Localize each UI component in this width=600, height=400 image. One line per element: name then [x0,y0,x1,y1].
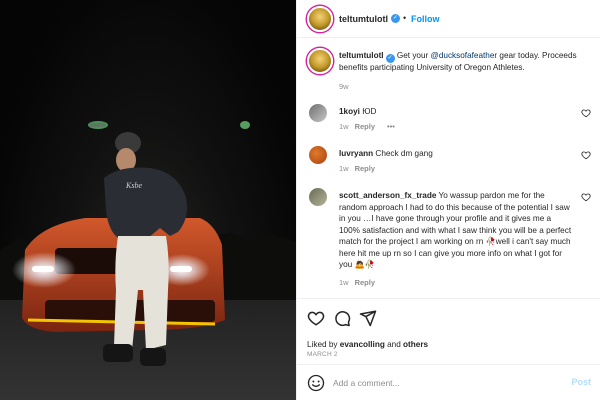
add-comment-input[interactable] [333,375,553,391]
post-comment-button[interactable]: Post [571,377,591,387]
comment-username[interactable]: 1koyi [339,107,360,116]
caption-mention[interactable]: @ducksofafeather [431,51,498,60]
comment-avatar[interactable] [309,188,327,206]
heart-icon[interactable] [581,192,591,202]
liked-by-user[interactable]: evancolling [340,340,385,349]
post-sidebar: teltumtulotl ✓ • Follow teltumtulotl ✓ Ge… [296,0,600,400]
verified-icon: ✓ [391,14,400,23]
comment-text: 1koyi ЮD [339,106,569,118]
comment-time: 1w [339,278,349,287]
comment-time: 1w [339,122,349,131]
heart-icon[interactable] [581,150,591,160]
comment-text: luvryann Check dm gang [339,148,569,160]
reply-button[interactable]: Reply [355,278,375,287]
comment-meta: 1w Reply ••• [339,122,395,131]
liked-others-link[interactable]: others [403,340,428,349]
reply-button[interactable]: Reply [355,122,375,131]
separator-dot: • [403,13,407,23]
share-icon[interactable] [359,309,377,327]
add-comment-bar: Post [297,364,600,400]
comment-username[interactable]: luvryann [339,149,373,158]
caption-time: 9w [339,82,349,91]
comment-more-button[interactable]: ••• [387,122,395,131]
caption-avatar[interactable] [307,48,333,74]
comment-text: scott_anderson_fx_trade Yo wassup pardon… [339,190,573,271]
comment-meta: 1w Reply [339,164,375,173]
comment-body: ЮD [359,107,377,116]
caption-text: teltumtulotl ✓ Get your @ducksofafeather … [339,50,595,74]
caption-username[interactable]: teltumtulotl [339,51,384,60]
post-date: MARCH 2 [307,351,338,358]
comment-avatar[interactable] [309,146,327,164]
svg-text:Ksbe: Ksbe [125,181,142,190]
heart-icon[interactable] [581,108,591,118]
action-bar [297,298,600,338]
verified-icon: ✓ [385,54,395,63]
post-photo[interactable]: Ksbe [0,0,296,400]
comment-icon[interactable] [333,309,351,327]
post-photo-artwork: Ksbe [0,121,296,400]
comment-meta: 1w Reply [339,278,375,287]
likes-mid: and [384,340,404,349]
reply-button[interactable]: Reply [355,164,375,173]
post-header: teltumtulotl ✓ • Follow [297,0,600,38]
likes-summary: Liked by evancolling and others [307,340,428,349]
comment-avatar[interactable] [309,104,327,122]
author-username[interactable]: teltumtulotl [339,14,388,24]
heart-icon[interactable] [307,309,325,327]
comment-time: 1w [339,164,349,173]
comments-scroll[interactable]: teltumtulotl ✓ Get your @ducksofafeather … [297,38,600,296]
emoji-icon[interactable] [307,374,325,392]
author-avatar[interactable] [307,6,333,32]
likes-prefix: Liked by [307,340,340,349]
follow-button[interactable]: Follow [411,14,440,24]
caption-body-start: Get your [394,51,431,60]
comment-body: Yo wassup pardon me for the random appro… [339,191,572,269]
comment-body: Check dm gang [373,149,433,158]
comment-username[interactable]: scott_anderson_fx_trade [339,191,436,200]
